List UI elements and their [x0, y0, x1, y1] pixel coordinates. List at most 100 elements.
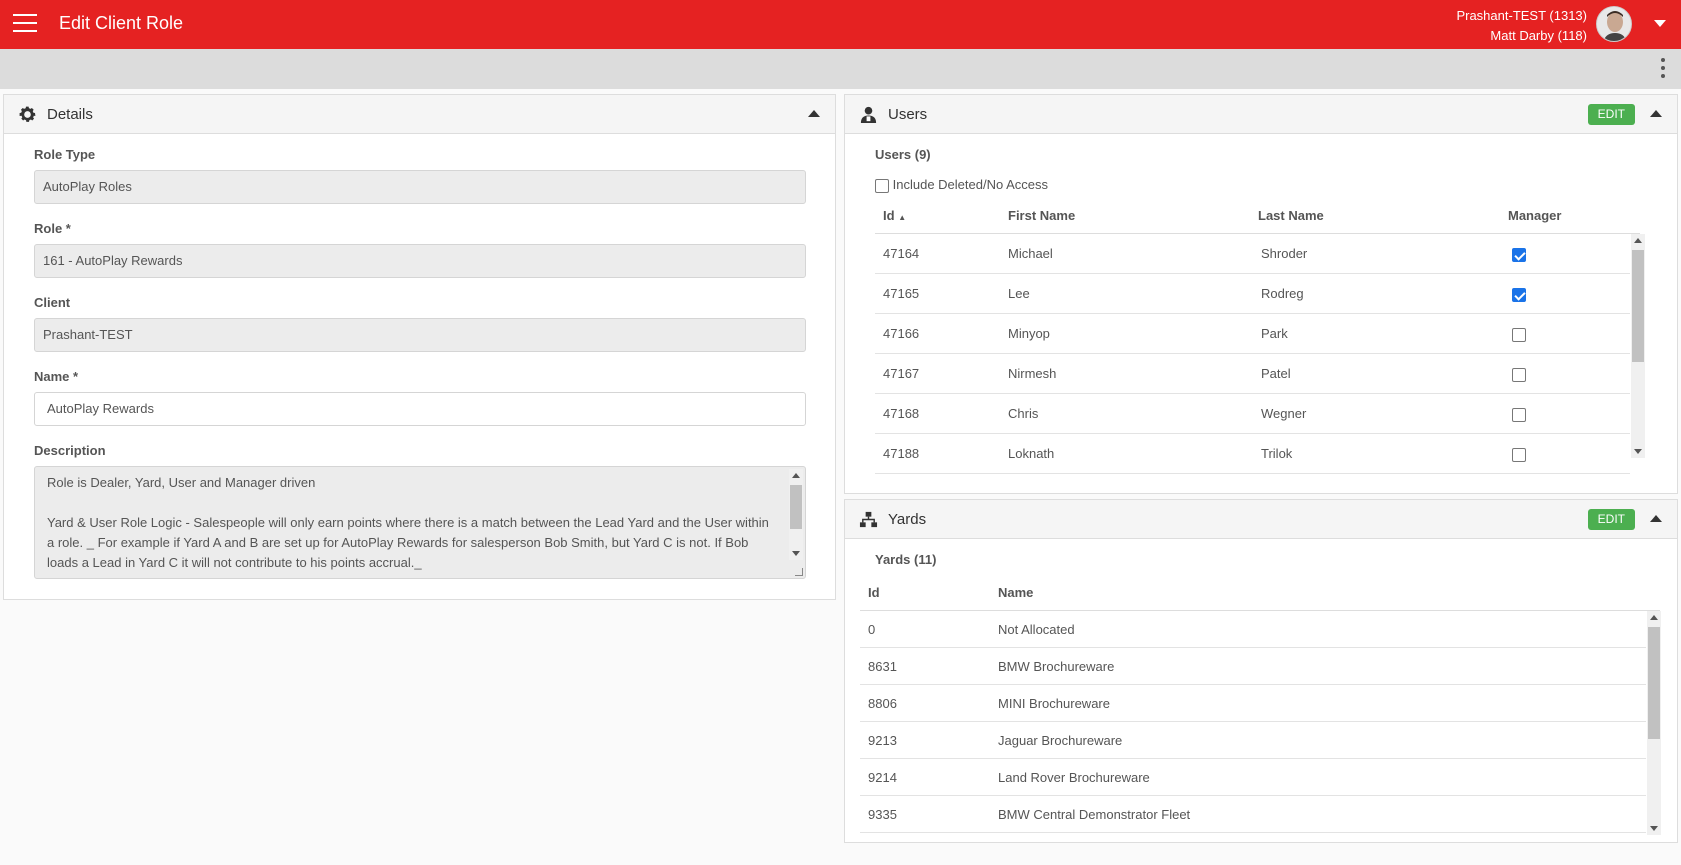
collapse-icon[interactable]	[808, 110, 820, 117]
yard-name-cell: BMW Brochureware	[998, 659, 1115, 674]
scroll-down-icon[interactable]	[792, 551, 800, 556]
column-header-manager[interactable]: Manager	[1508, 208, 1561, 223]
table-row[interactable]: 0 Not Allocated	[860, 611, 1646, 648]
details-panel-header[interactable]: Details	[4, 95, 835, 134]
table-row[interactable]: 47166 Minyop Park	[875, 314, 1630, 354]
first-name-cell: Nirmesh	[1008, 366, 1057, 381]
user-icon	[860, 106, 877, 124]
column-header-last-name[interactable]: Last Name	[1258, 208, 1324, 223]
last-name-cell: Trilok	[1261, 446, 1293, 461]
collapse-icon[interactable]	[1650, 110, 1662, 117]
first-name-cell: Michael	[1008, 246, 1053, 261]
last-name-cell: Wegner	[1261, 406, 1307, 421]
chevron-down-icon[interactable]	[1654, 20, 1666, 27]
column-header-first-name[interactable]: First Name	[1008, 208, 1075, 223]
include-deleted-row[interactable]: Include Deleted/No Access	[875, 177, 1048, 193]
description-textarea[interactable]: Role is Dealer, Yard, User and Manager d…	[34, 466, 806, 579]
scroll-down-icon[interactable]	[1634, 449, 1642, 454]
hamburger-menu-icon[interactable]	[13, 14, 37, 34]
first-name-cell: Lee	[1008, 286, 1030, 301]
table-row[interactable]: 9335 BMW Central Demonstrator Fleet	[860, 796, 1646, 833]
table-row[interactable]: 9214 Land Rover Brochureware	[860, 759, 1646, 796]
last-name-cell: Park	[1261, 326, 1288, 341]
description-line-2: Yard & User Role Logic - Salespeople wil…	[47, 515, 769, 570]
client-name: Prashant-TEST (1313)	[1456, 8, 1587, 23]
yards-count: Yards (11)	[875, 552, 937, 567]
user-id-cell: 47164	[883, 246, 920, 261]
resize-handle-icon[interactable]	[795, 568, 803, 576]
client-field: Prashant-TEST	[34, 318, 806, 352]
scroll-thumb[interactable]	[1632, 250, 1644, 362]
sort-ascending-icon: ▲	[898, 213, 907, 222]
users-panel-header[interactable]: Users EDIT	[845, 95, 1677, 134]
manager-checkbox[interactable]	[1512, 447, 1526, 462]
last-name-cell: Shroder	[1261, 246, 1308, 261]
user-name: Matt Darby (118)	[1490, 28, 1587, 43]
yard-id-cell: 9213	[868, 733, 897, 748]
manager-cell	[1512, 447, 1526, 462]
column-id-label: Id	[883, 208, 895, 223]
avatar[interactable]	[1596, 6, 1632, 42]
yard-id-cell: 9335	[868, 807, 897, 822]
manager-cell	[1512, 327, 1526, 342]
manager-checkbox[interactable]	[1512, 247, 1526, 262]
yards-scrollbar[interactable]	[1647, 611, 1661, 835]
users-edit-button[interactable]: EDIT	[1587, 104, 1635, 125]
description-scrollbar[interactable]	[789, 469, 803, 560]
gear-icon	[19, 106, 36, 122]
table-row[interactable]: 47167 Nirmesh Patel	[875, 354, 1630, 394]
yards-panel-header[interactable]: Yards EDIT	[845, 500, 1677, 539]
include-deleted-checkbox[interactable]	[875, 178, 889, 193]
yard-id-cell: 9214	[868, 770, 897, 785]
name-label: Name *	[34, 369, 79, 384]
page-title: Edit Client Role	[59, 13, 184, 33]
scroll-up-icon[interactable]	[792, 473, 800, 478]
table-row[interactable]: 47164 Michael Shroder	[875, 234, 1630, 274]
user-id-cell: 47165	[883, 286, 920, 301]
users-count: Users (9)	[875, 147, 931, 162]
collapse-icon[interactable]	[1650, 515, 1662, 522]
users-scrollbar[interactable]	[1631, 234, 1645, 458]
table-row[interactable]: 47168 Chris Wegner	[875, 394, 1630, 434]
user-id-cell: 47168	[883, 406, 920, 421]
yard-network-icon	[859, 511, 878, 528]
manager-checkbox[interactable]	[1512, 367, 1526, 382]
user-info: Prashant-TEST (1313) Matt Darby (118)	[1456, 6, 1587, 46]
column-header-yard-id[interactable]: Id	[868, 585, 880, 600]
role-label: Role *	[34, 221, 71, 236]
role-field: 161 - AutoPlay Rewards	[34, 244, 806, 278]
yard-name-cell: BMW Central Demonstrator Fleet	[998, 807, 1191, 822]
table-row[interactable]: 8631 BMW Brochureware	[860, 648, 1646, 685]
manager-cell	[1512, 287, 1526, 302]
scroll-down-icon[interactable]	[1650, 826, 1658, 831]
column-header-yard-name[interactable]: Name	[998, 585, 1033, 600]
scroll-thumb[interactable]	[790, 485, 802, 529]
manager-cell	[1512, 367, 1526, 382]
details-panel: Details Role Type AutoPlay Roles Role * …	[3, 94, 836, 600]
yard-id-cell: 0	[868, 622, 876, 637]
table-row[interactable]: 47188 Loknath Trilok	[875, 434, 1630, 474]
scroll-thumb[interactable]	[1648, 627, 1660, 739]
description-label: Description	[34, 443, 106, 458]
column-header-id[interactable]: Id ▲	[883, 208, 906, 223]
scroll-up-icon[interactable]	[1634, 238, 1642, 243]
table-row[interactable]: 9213 Jaguar Brochureware	[860, 722, 1646, 759]
table-row[interactable]: 8806 MINI Brochureware	[860, 685, 1646, 722]
more-options-icon[interactable]	[1660, 58, 1666, 80]
yards-title: Yards	[888, 511, 927, 528]
scroll-up-icon[interactable]	[1650, 615, 1658, 620]
name-input[interactable]: AutoPlay Rewards	[34, 392, 806, 426]
manager-checkbox[interactable]	[1512, 287, 1526, 302]
details-title: Details	[47, 106, 93, 123]
action-bar	[0, 49, 1681, 89]
user-id-cell: 47166	[883, 326, 920, 341]
table-row[interactable]: 47165 Lee Rodreg	[875, 274, 1630, 314]
description-line-1: Role is Dealer, Yard, User and Manager d…	[47, 475, 316, 490]
manager-checkbox[interactable]	[1512, 407, 1526, 422]
manager-checkbox[interactable]	[1512, 327, 1526, 342]
yards-edit-button[interactable]: EDIT	[1587, 509, 1635, 530]
top-app-bar: Edit Client Role Prashant-TEST (1313) Ma…	[0, 0, 1681, 49]
last-name-cell: Patel	[1261, 366, 1291, 381]
yard-name-cell: MINI Brochureware	[998, 696, 1110, 711]
yard-id-cell: 8806	[868, 696, 897, 711]
